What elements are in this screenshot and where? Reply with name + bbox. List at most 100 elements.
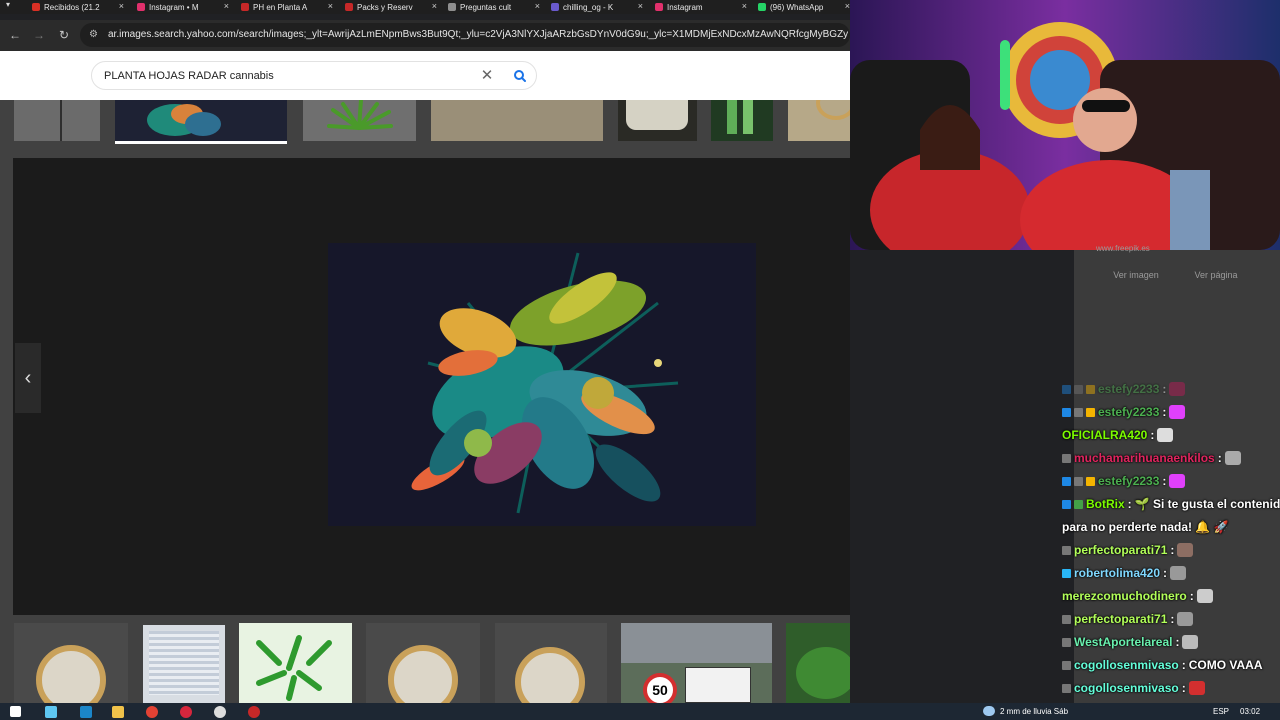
result-thumbnail[interactable] <box>618 100 697 141</box>
tab-favicon-icon <box>448 3 456 11</box>
site-info-icon[interactable]: ⚙ <box>89 29 100 40</box>
chat-separator: : <box>1162 474 1167 488</box>
search-input[interactable]: PLANTA HOJAS RADAR cannabis ✕ <box>91 61 537 90</box>
chat-badge-icon <box>1062 499 1071 509</box>
previous-image-button[interactable]: ‹ <box>15 343 41 413</box>
chat-separator: : <box>1162 405 1167 419</box>
tab-close-icon[interactable]: × <box>638 1 643 11</box>
chat-username[interactable]: estefy2233 <box>1098 382 1159 396</box>
chat-username[interactable]: cogollosenmivaso <box>1074 658 1179 672</box>
browser-tab[interactable]: Instagram • M × <box>133 0 231 14</box>
browser-tab[interactable]: Instagram × <box>651 0 749 14</box>
result-thumbnail[interactable] <box>786 623 850 703</box>
weather-icon <box>983 706 995 716</box>
chat-badge-icon <box>1062 614 1071 624</box>
chat-username[interactable]: BotRix <box>1086 497 1125 511</box>
chat-separator: : <box>1170 612 1175 626</box>
result-thumbnail[interactable] <box>431 100 603 141</box>
result-thumbnail[interactable] <box>303 100 416 141</box>
chat-badge-icon <box>1062 568 1071 578</box>
result-thumbnail[interactable] <box>239 623 352 703</box>
chat-username[interactable]: estefy2233 <box>1098 474 1159 488</box>
chat-badge-icon <box>1074 407 1083 417</box>
view-page-button[interactable]: Ver página <box>1186 270 1246 286</box>
chat-badge-icon <box>1062 476 1071 486</box>
edge-icon[interactable] <box>80 706 92 718</box>
clock[interactable]: 03:02 <box>1240 707 1260 716</box>
chat-emote-icon <box>1188 681 1205 695</box>
chat-username[interactable]: robertolima420 <box>1074 566 1160 580</box>
file-explorer-icon[interactable] <box>112 706 124 718</box>
result-thumbnail[interactable] <box>143 625 225 703</box>
tab-close-icon[interactable]: × <box>742 1 747 11</box>
result-thumbnail[interactable] <box>711 100 773 141</box>
copilot-icon[interactable] <box>45 706 57 718</box>
chat-emote-icon <box>1157 428 1174 442</box>
result-thumbnail[interactable]: 50 <box>621 623 772 703</box>
chat-separator: : <box>1181 658 1186 672</box>
opera-icon[interactable] <box>180 706 192 718</box>
result-thumbnail[interactable] <box>14 100 100 141</box>
tab-label: Recibidos (21.2 <box>44 2 100 12</box>
result-thumbnail[interactable] <box>788 100 850 141</box>
chat-badge-icon <box>1062 407 1071 417</box>
chat-emote-icon <box>1177 612 1194 626</box>
stream-chat: estefy2233: estefy2233: OFICIALRA420: mucha… <box>1060 378 1280 703</box>
chat-emote-icon <box>1170 566 1187 580</box>
view-image-button[interactable]: Ver imagen <box>1106 270 1166 286</box>
chat-text: 🌱 Si te gusta el contenido <box>1134 497 1280 511</box>
app-icon[interactable] <box>214 706 226 718</box>
result-thumbnail-selected[interactable] <box>115 100 287 141</box>
preview-image[interactable] <box>328 243 756 526</box>
chat-message: perfectoparati71: <box>1062 608 1194 630</box>
chat-text: para no perderte nada! 🔔 🚀 <box>1062 520 1229 534</box>
result-thumbnail[interactable] <box>366 623 480 703</box>
chat-username[interactable]: estefy2233 <box>1098 405 1159 419</box>
chat-message: para no perderte nada! 🔔 🚀 <box>1062 516 1229 538</box>
browser-tab[interactable]: Recibidos (21.2 × <box>28 0 126 14</box>
chat-badge-icon <box>1062 545 1071 555</box>
reload-button[interactable]: ↻ <box>57 28 71 42</box>
tab-close-icon[interactable]: × <box>328 1 333 11</box>
result-thumbnail[interactable] <box>495 623 607 703</box>
tab-close-icon[interactable]: × <box>535 1 540 11</box>
source-text: www.freepik.es <box>1096 244 1150 253</box>
browser-tab[interactable]: (96) WhatsApp × <box>754 0 850 14</box>
tab-label: Preguntas cult <box>460 2 512 12</box>
forward-button[interactable]: → <box>32 28 46 42</box>
language-indicator[interactable]: ESP <box>1213 707 1229 716</box>
chat-message: perfectoparati71: <box>1062 539 1194 561</box>
chat-username[interactable]: perfectoparati71 <box>1074 543 1167 557</box>
chat-username[interactable]: perfectoparati71 <box>1074 612 1167 626</box>
clear-icon[interactable]: ✕ <box>478 66 496 86</box>
chrome-icon[interactable] <box>146 706 158 718</box>
chat-message: robertolima420: <box>1062 562 1187 584</box>
search-header: PLANTA HOJAS RADAR cannabis ✕ <box>0 51 850 100</box>
tab-close-icon[interactable]: × <box>432 1 437 11</box>
weather-text[interactable]: 2 mm de lluvia Sáb <box>1000 707 1068 716</box>
chat-username[interactable]: OFICIALRA420 <box>1062 428 1147 442</box>
chat-message: cogollosenmivaso: COMO VAAA <box>1062 654 1262 676</box>
tab-search-menu-button[interactable]: ▾ <box>6 0 20 14</box>
chat-username[interactable]: WestAportelareal <box>1074 635 1172 649</box>
browser-tab[interactable]: Packs y Reserv × <box>341 0 439 14</box>
chat-separator: : <box>1162 382 1167 396</box>
browser-tab[interactable]: PH en Planta A × <box>237 0 335 14</box>
windows-start-icon[interactable] <box>10 706 21 717</box>
chat-badge-icon <box>1086 476 1095 486</box>
search-icon[interactable] <box>510 67 530 85</box>
address-bar[interactable]: ⚙ ar.images.search.yahoo.com/search/imag… <box>80 23 850 47</box>
browser-tab[interactable]: Preguntas cult × <box>444 0 542 14</box>
chat-username[interactable]: muchamarihuanaenkilos <box>1074 451 1215 465</box>
chat-separator: : <box>1217 451 1222 465</box>
result-thumbnail[interactable] <box>14 623 128 703</box>
chat-username[interactable]: merezcomuchodinero <box>1062 589 1187 603</box>
tab-close-icon[interactable]: × <box>119 1 124 11</box>
browser-tab[interactable]: chilling_og - K × <box>547 0 645 14</box>
tab-close-icon[interactable]: × <box>224 1 229 11</box>
chat-emote-icon <box>1224 451 1241 465</box>
obs-icon[interactable] <box>248 706 260 718</box>
back-button[interactable]: ← <box>8 28 22 42</box>
chat-message: estefy2233: <box>1062 470 1186 492</box>
chat-username[interactable]: cogollosenmivaso <box>1074 681 1179 695</box>
